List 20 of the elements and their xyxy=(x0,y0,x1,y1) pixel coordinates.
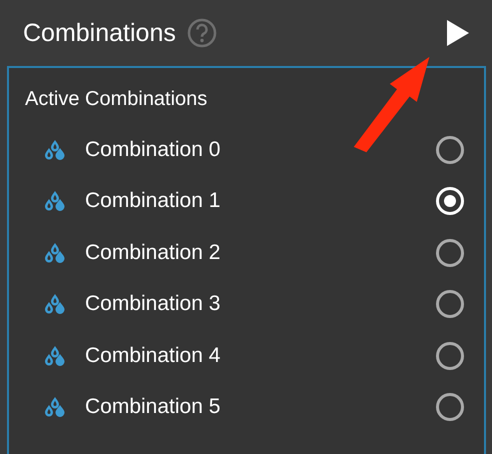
combination-label: Combination 3 xyxy=(85,292,220,316)
radio-button[interactable] xyxy=(436,238,464,267)
droplets-icon xyxy=(44,396,66,418)
radio-button[interactable] xyxy=(436,290,464,318)
radio-button[interactable] xyxy=(436,342,464,370)
droplets-icon xyxy=(44,293,66,316)
combination-label: Combination 5 xyxy=(85,395,220,420)
droplets-icon xyxy=(44,242,66,264)
panel-title: Active Combinations xyxy=(24,88,208,112)
combination-label: Combination 1 xyxy=(85,189,220,214)
combination-label: Combination 0 xyxy=(85,138,220,162)
droplets-icon xyxy=(44,344,66,367)
combination-label: Combination 2 xyxy=(85,240,220,265)
radio-button[interactable] xyxy=(436,136,464,164)
droplets-icon xyxy=(44,190,66,212)
droplets-icon xyxy=(44,138,66,161)
combination-label: Combination 4 xyxy=(85,344,220,368)
radio-button[interactable] xyxy=(436,393,464,422)
play-button[interactable] xyxy=(447,20,469,46)
section-title: Combinations xyxy=(23,18,176,48)
